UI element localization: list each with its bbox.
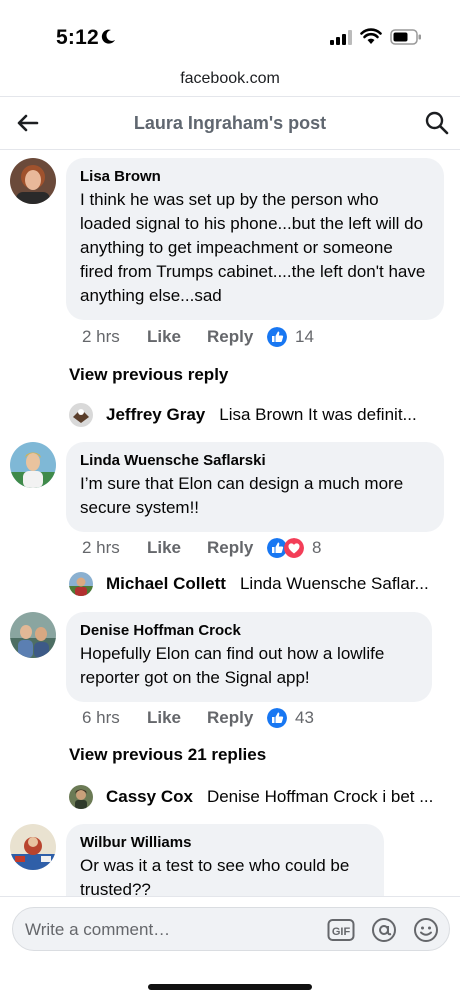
page-title: Laura Ingraham's post xyxy=(133,113,327,133)
comment-author[interactable]: Denise Hoffman Crock xyxy=(80,622,418,639)
comment-text: Hopefully Elon can find out how a lowlif… xyxy=(80,644,385,687)
reaction-summary[interactable]: 8 xyxy=(267,538,321,558)
avatar[interactable] xyxy=(10,824,56,870)
moon-icon xyxy=(101,29,115,44)
view-previous-replies-link[interactable]: View previous 21 replies xyxy=(69,745,266,765)
comment-author[interactable]: Linda Wuensche Saflarski xyxy=(80,452,430,469)
comment-time[interactable]: 2 hrs xyxy=(82,327,147,347)
like-reaction-icon xyxy=(267,327,287,347)
reply-text: Lisa Brown It was definit... xyxy=(219,405,417,424)
emoji-icon[interactable] xyxy=(413,917,439,943)
reply-author[interactable]: Cassy Cox xyxy=(106,787,193,807)
reaction-summary[interactable]: 43 xyxy=(267,708,314,728)
avatar xyxy=(69,403,93,427)
wifi-icon xyxy=(360,28,382,44)
love-reaction-icon xyxy=(284,538,304,558)
mention-icon[interactable] xyxy=(371,917,397,943)
search-icon[interactable] xyxy=(424,110,450,136)
comment-time[interactable]: 6 hrs xyxy=(82,708,147,728)
comment-input[interactable]: Write a comment… xyxy=(25,920,170,940)
like-reaction-icon xyxy=(267,708,287,728)
reply-button[interactable]: Reply xyxy=(207,327,267,347)
reaction-count: 8 xyxy=(312,538,322,557)
comment-actions: 2 hrs Like Reply 8 xyxy=(82,536,321,560)
comment-composer: Write a comment… GIF xyxy=(0,896,460,960)
reply-button[interactable]: Reply xyxy=(207,538,267,558)
reaction-count: 14 xyxy=(295,327,314,346)
avatar[interactable] xyxy=(10,158,56,204)
cellular-signal-icon xyxy=(330,30,352,45)
avatar xyxy=(69,785,93,809)
like-button[interactable]: Like xyxy=(147,327,207,347)
svg-text:GIF: GIF xyxy=(332,926,351,938)
comment-text: Or was it a test to see who could be tru… xyxy=(80,856,350,896)
comment-author[interactable]: Wilbur Williams xyxy=(80,834,370,851)
avatar[interactable] xyxy=(10,442,56,488)
post-header: Laura Ingraham's post xyxy=(0,96,460,150)
reply-author[interactable]: Jeffrey Gray xyxy=(106,405,205,425)
comment-bubble[interactable]: Wilbur Williams Or was it a test to see … xyxy=(66,824,384,896)
status-time: 5:12 xyxy=(56,26,99,49)
avatar[interactable] xyxy=(10,612,56,658)
reply-preview[interactable]: Michael Collett Linda Wuensche Saflar... xyxy=(69,571,449,597)
battery-icon xyxy=(390,29,421,45)
reaction-count: 43 xyxy=(295,708,314,727)
gif-icon[interactable]: GIF xyxy=(327,918,355,942)
comment-bubble[interactable]: Lisa Brown I think he was set up by the … xyxy=(66,158,444,320)
comment-list: Lisa Brown I think he was set up by the … xyxy=(0,150,460,896)
comment-actions: 6 hrs Like Reply 43 xyxy=(82,706,314,730)
reply-preview[interactable]: Cassy Cox Denise Hoffman Crock i bet ... xyxy=(69,784,449,810)
url-bar[interactable]: facebook.com xyxy=(0,62,460,96)
reply-text: Linda Wuensche Saflar... xyxy=(239,574,429,593)
reply-text: Denise Hoffman Crock i bet ... xyxy=(206,787,434,806)
like-button[interactable]: Like xyxy=(147,538,207,558)
avatar xyxy=(69,572,93,596)
home-indicator[interactable] xyxy=(148,984,312,990)
view-previous-replies-link[interactable]: View previous reply xyxy=(69,365,228,385)
comment-actions: 2 hrs Like Reply 14 xyxy=(82,325,314,349)
reaction-summary[interactable]: 14 xyxy=(267,327,314,347)
like-button[interactable]: Like xyxy=(147,708,207,728)
comment-input-box[interactable]: Write a comment… GIF xyxy=(12,907,450,951)
reply-preview[interactable]: Jeffrey Gray Lisa Brown It was definit..… xyxy=(69,402,449,428)
comment-time[interactable]: 2 hrs xyxy=(82,538,147,558)
comment-bubble[interactable]: Denise Hoffman Crock Hopefully Elon can … xyxy=(66,612,432,702)
status-bar: 5:12 xyxy=(0,0,460,62)
comment-text: I think he was set up by the person who … xyxy=(80,190,426,305)
reply-author[interactable]: Michael Collett xyxy=(106,574,226,594)
reply-button[interactable]: Reply xyxy=(207,708,267,728)
comment-author[interactable]: Lisa Brown xyxy=(80,168,430,185)
comment-bubble[interactable]: Linda Wuensche Saflarski I’m sure that E… xyxy=(66,442,444,532)
comment-text: I’m sure that Elon can design a much mor… xyxy=(80,474,404,517)
